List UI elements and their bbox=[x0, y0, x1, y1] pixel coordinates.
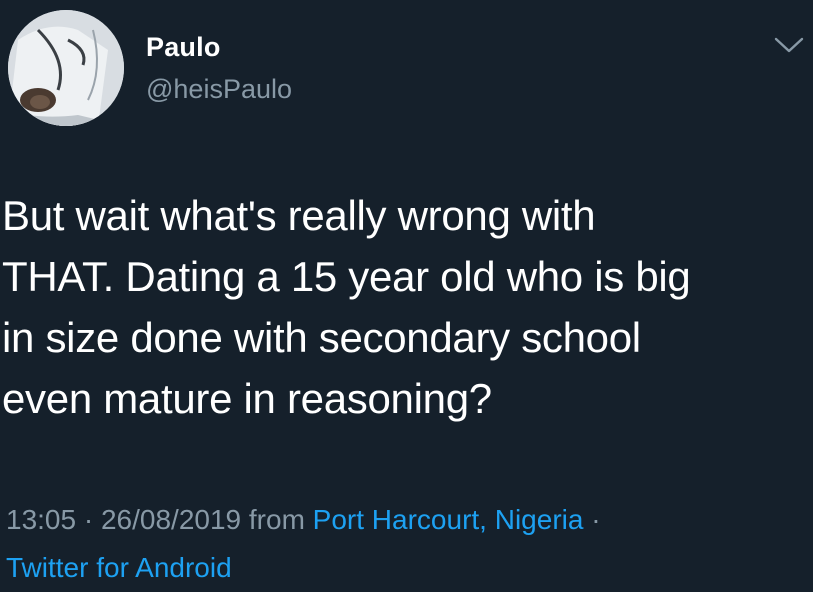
author-display-name[interactable]: Paulo bbox=[146, 32, 221, 63]
tweet-timestamp[interactable]: 13:05 bbox=[6, 504, 76, 535]
location-link[interactable]: Port Harcourt, Nigeria bbox=[313, 504, 584, 535]
chevron-down-icon[interactable] bbox=[772, 34, 806, 56]
tweet-card: Paulo @heisPaulo But wait what's really … bbox=[0, 0, 813, 590]
tweet-text: But wait what's really wrong with THAT. … bbox=[2, 192, 691, 422]
tweet-metadata: 13:05 · 26/08/2019 from Port Harcourt, N… bbox=[6, 496, 806, 592]
author-handle[interactable]: @heisPaulo bbox=[146, 74, 292, 105]
separator: · bbox=[583, 504, 601, 535]
from-label: from bbox=[241, 504, 313, 535]
avatar[interactable] bbox=[8, 10, 124, 126]
avatar-image bbox=[8, 10, 124, 126]
separator: · bbox=[76, 504, 101, 535]
source-link[interactable]: Twitter for Android bbox=[6, 552, 232, 583]
tweet-date[interactable]: 26/08/2019 bbox=[101, 504, 241, 535]
